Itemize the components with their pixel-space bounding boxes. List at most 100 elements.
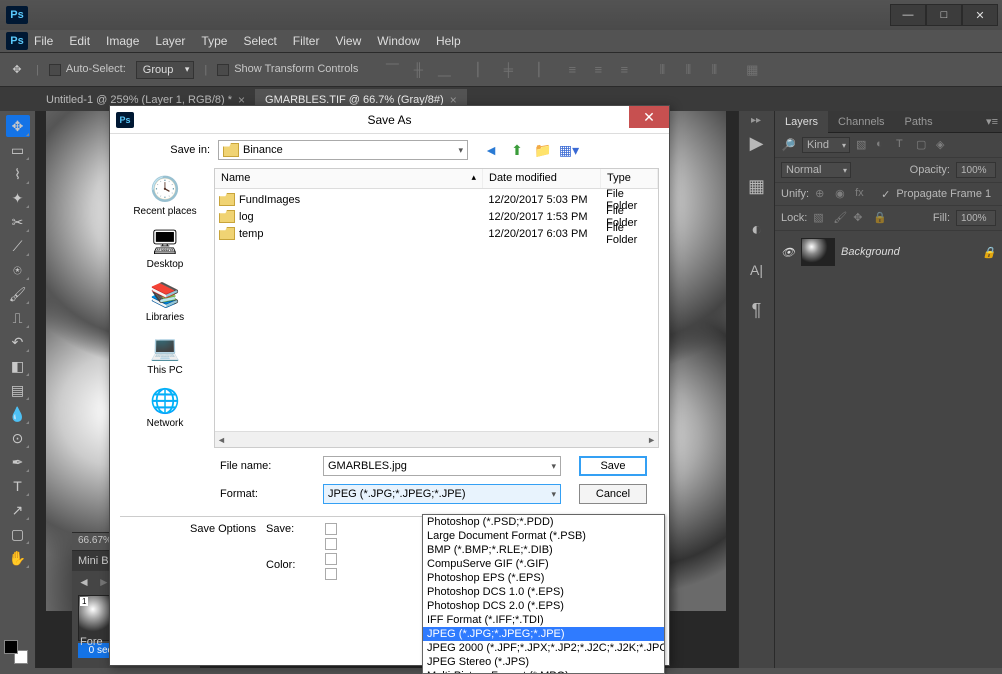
align-bottom-icon[interactable]: ⎽ — [434, 61, 454, 79]
fill-input[interactable]: 100% — [956, 210, 996, 226]
shape-filter-icon[interactable]: ▢ — [916, 138, 930, 152]
marquee-tool[interactable]: ▭ — [6, 139, 30, 161]
place-this-pc[interactable]: 💻This PC — [120, 329, 210, 380]
pen-tool[interactable]: ✒ — [6, 451, 30, 473]
place-libraries[interactable]: 📚Libraries — [120, 276, 210, 327]
auto-select-checkbox[interactable]: Auto-Select: — [49, 63, 126, 75]
option-checkbox[interactable] — [325, 553, 337, 565]
cancel-button[interactable]: Cancel — [579, 484, 647, 504]
swatches-icon[interactable]: ▦ — [748, 176, 765, 197]
new-folder-icon[interactable]: 📁 — [532, 140, 554, 160]
adjustments-icon[interactable]: ◐ — [751, 219, 762, 240]
menu-view[interactable]: View — [327, 31, 369, 51]
format-option[interactable]: JPEG 2000 (*.JPF;*.JPX;*.JP2;*.J2C;*.J2K… — [423, 641, 664, 655]
lasso-tool[interactable]: ⌇ — [6, 163, 30, 185]
visibility-icon[interactable]: 👁 — [781, 246, 795, 259]
close-button[interactable]: ✕ — [962, 4, 998, 26]
layer-thumbnail[interactable] — [801, 238, 835, 266]
option-checkbox[interactable] — [325, 568, 337, 580]
name-column[interactable]: Name ▴ — [215, 169, 483, 188]
menu-window[interactable]: Window — [369, 31, 428, 51]
crop-tool[interactable]: ✂ — [6, 211, 30, 233]
format-option[interactable]: Photoshop EPS (*.EPS) — [423, 571, 664, 585]
date-column[interactable]: Date modified — [483, 169, 601, 188]
format-dropdown-list[interactable]: Photoshop (*.PSD;*.PDD)Large Document Fo… — [422, 514, 665, 674]
magic-wand-tool[interactable]: ✦ — [6, 187, 30, 209]
layer-row[interactable]: 👁 Background 🔒 — [775, 235, 1002, 269]
menu-help[interactable]: Help — [428, 31, 469, 51]
layer-name[interactable]: Background — [841, 246, 900, 258]
option-checkbox[interactable] — [325, 523, 337, 535]
save-button[interactable]: Save — [579, 456, 647, 476]
format-option[interactable]: Photoshop DCS 2.0 (*.EPS) — [423, 599, 664, 613]
back-icon[interactable]: ◄ — [78, 575, 90, 589]
align-hcenter-icon[interactable]: ╪ — [498, 61, 518, 79]
lock-position-icon[interactable]: ✥ — [853, 211, 867, 225]
format-option[interactable]: Large Document Format (*.PSB) — [423, 529, 664, 543]
type-tool[interactable]: T — [6, 475, 30, 497]
path-tool[interactable]: ↗ — [6, 499, 30, 521]
save-in-dropdown[interactable]: Binance — [218, 140, 468, 160]
lock-pixels-icon[interactable]: ▧ — [813, 211, 827, 225]
character-icon[interactable]: A| — [750, 262, 763, 278]
format-option[interactable]: Multi-Picture Format (*.MPO) — [423, 669, 664, 674]
file-row[interactable]: temp12/20/2017 6:03 PMFile Folder — [215, 225, 658, 242]
format-option[interactable]: Photoshop DCS 1.0 (*.EPS) — [423, 585, 664, 599]
place-network[interactable]: 🌐Network — [120, 382, 210, 433]
transform-checkbox[interactable]: Show Transform Controls — [217, 63, 358, 75]
stamp-tool[interactable]: ⎍ — [6, 307, 30, 329]
minimize-button[interactable]: — — [890, 4, 926, 26]
hand-tool[interactable]: ✋ — [6, 547, 30, 569]
distribute-icon[interactable]: ≡ — [614, 61, 634, 79]
pixel-filter-icon[interactable]: ▧ — [856, 138, 870, 152]
align-vcenter-icon[interactable]: ╫ — [408, 61, 428, 79]
align-right-icon[interactable]: ▕ — [524, 61, 544, 79]
color-swatches[interactable] — [4, 640, 28, 664]
paths-tab[interactable]: Paths — [895, 111, 943, 133]
expand-icon[interactable]: ▸▸ — [738, 111, 774, 129]
views-icon[interactable]: ▦▾ — [558, 140, 580, 160]
panel-menu-icon[interactable]: ▾≡ — [986, 115, 998, 128]
smart-filter-icon[interactable]: ◈ — [936, 138, 950, 152]
option-checkbox[interactable] — [325, 538, 337, 550]
up-icon[interactable]: ⬆ — [506, 140, 528, 160]
format-dropdown[interactable]: JPEG (*.JPG;*.JPEG;*.JPE) — [323, 484, 561, 504]
menu-image[interactable]: Image — [98, 31, 147, 51]
filename-input[interactable]: GMARBLES.jpg — [323, 456, 561, 476]
arrange-icon[interactable]: ▦ — [742, 61, 762, 79]
horizontal-scrollbar[interactable]: ◄► — [215, 431, 658, 447]
filter-kind-dropdown[interactable]: Kind — [802, 137, 850, 153]
format-option[interactable]: IFF Format (*.IFF;*.TDI) — [423, 613, 664, 627]
eraser-tool[interactable]: ◧ — [6, 355, 30, 377]
format-option[interactable]: BMP (*.BMP;*.RLE;*.DIB) — [423, 543, 664, 557]
type-filter-icon[interactable]: T — [896, 138, 910, 152]
place-recent-places[interactable]: 🕓Recent places — [120, 170, 210, 221]
play-icon[interactable]: ▶ — [750, 133, 764, 154]
unify-position-icon[interactable]: ⊕ — [815, 187, 829, 201]
back-icon[interactable]: ◄ — [480, 140, 502, 160]
distribute-icon[interactable]: ⦀ — [704, 61, 724, 79]
format-option[interactable]: JPEG Stereo (*.JPS) — [423, 655, 664, 669]
distribute-icon[interactable]: ≡ — [588, 61, 608, 79]
menu-edit[interactable]: Edit — [61, 31, 98, 51]
format-option[interactable]: JPEG (*.JPG;*.JPEG;*.JPE) — [423, 627, 664, 641]
eyedropper-tool[interactable]: ⟋ — [6, 235, 30, 257]
menu-select[interactable]: Select — [235, 31, 284, 51]
brush-tool[interactable]: 🖌 — [6, 283, 30, 305]
blend-mode-dropdown[interactable]: Normal — [781, 162, 851, 178]
align-top-icon[interactable]: ⎺ — [382, 61, 402, 79]
distribute-icon[interactable]: ⦀ — [678, 61, 698, 79]
menu-filter[interactable]: Filter — [285, 31, 328, 51]
distribute-icon[interactable]: ≡ — [562, 61, 582, 79]
file-row[interactable]: FundImages12/20/2017 5:03 PMFile Folder — [215, 191, 658, 208]
unify-style-icon[interactable]: fx — [855, 187, 869, 201]
menu-type[interactable]: Type — [193, 31, 235, 51]
paragraph-icon[interactable]: ¶ — [752, 300, 762, 321]
healing-tool[interactable]: ⍟ — [6, 259, 30, 281]
file-list[interactable]: Name ▴ Date modified Type FundImages12/2… — [214, 168, 659, 448]
distribute-icon[interactable]: ⦀ — [652, 61, 672, 79]
history-brush-tool[interactable]: ↶ — [6, 331, 30, 353]
lock-brush-icon[interactable]: 🖌 — [833, 211, 847, 225]
layers-tab[interactable]: Layers — [775, 111, 828, 133]
blur-tool[interactable]: 💧 — [6, 403, 30, 425]
